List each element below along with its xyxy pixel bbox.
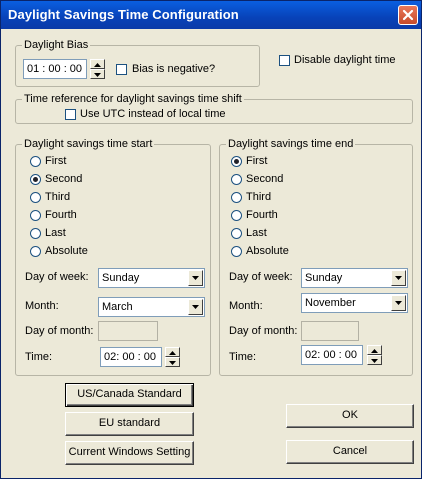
spin-up-icon [94, 63, 101, 67]
end-time-label: Time: [229, 351, 257, 363]
chevron-down-icon [192, 276, 199, 280]
bias-negative-checkbox[interactable] [116, 64, 127, 75]
start-radio-label-second: Second [45, 173, 83, 185]
eu-standard-button[interactable]: EU standard [65, 412, 194, 436]
us-canada-standard-button[interactable]: US/Canada Standard [65, 383, 194, 407]
bias-spin-up-button[interactable] [90, 59, 105, 69]
dst-start-legend: Daylight savings time start [22, 138, 155, 151]
start-month-select[interactable]: March [98, 297, 205, 317]
end-radio-label-last: Last [246, 227, 267, 239]
end-radio-third[interactable] [231, 192, 242, 203]
start-day-of-week-value: Sunday [102, 272, 140, 284]
end-month-value: November [305, 297, 356, 309]
chevron-down-icon [395, 276, 402, 280]
ok-button[interactable]: OK [286, 404, 414, 428]
start-day-of-week-select[interactable]: Sunday [98, 268, 205, 288]
bias-negative-label: Bias is negative? [132, 63, 216, 75]
end-radio-label-second: Second [246, 173, 284, 185]
end-radio-label-first: First [246, 155, 268, 167]
dst-end-legend: Daylight savings time end [226, 138, 356, 151]
close-button[interactable] [398, 5, 418, 25]
bias-spinner[interactable] [90, 59, 105, 79]
start-month-dropdown-button[interactable] [188, 299, 203, 315]
title-bar[interactable]: Daylight Savings Time Configuration [1, 1, 421, 29]
start-radio-label-third: Third [45, 191, 71, 203]
use-utc-checkbox[interactable] [65, 109, 76, 120]
start-radio-absolute[interactable] [30, 246, 41, 257]
end-time-spin-down-button[interactable] [367, 355, 382, 365]
end-radio-absolute[interactable] [231, 246, 242, 257]
start-day-of-week-label: Day of week: [25, 271, 89, 283]
end-time-spinner[interactable] [367, 345, 382, 365]
use-utc-label: Use UTC instead of local time [80, 108, 226, 120]
start-radio-third[interactable] [30, 192, 41, 203]
disable-daylight-label: Disable daylight time [294, 54, 396, 66]
start-radio-label-last: Last [45, 227, 66, 239]
start-day-of-month-label: Day of month: [25, 325, 94, 337]
start-time-spin-up-button[interactable] [165, 347, 180, 357]
end-time-input[interactable]: 02: 00 : 00 [301, 345, 363, 365]
start-time-input[interactable]: 02: 00 : 00 [100, 347, 162, 367]
start-month-value: March [102, 301, 133, 313]
start-time-spinner[interactable] [165, 347, 180, 367]
end-month-select[interactable]: November [301, 293, 408, 313]
daylight-bias-legend: Daylight Bias [22, 39, 91, 52]
radio-dot [234, 159, 239, 164]
window-title: Daylight Savings Time Configuration [8, 7, 239, 22]
disable-daylight-checkbox[interactable] [279, 55, 290, 66]
start-radio-fourth[interactable] [30, 210, 41, 221]
end-day-of-week-label: Day of week: [229, 271, 293, 283]
close-icon [402, 9, 414, 21]
end-day-of-week-dropdown-button[interactable] [391, 270, 406, 286]
end-radio-fourth[interactable] [231, 210, 242, 221]
time-reference-legend: Time reference for daylight savings time… [22, 93, 244, 106]
end-day-of-week-select[interactable]: Sunday [301, 268, 408, 288]
spin-down-icon [169, 361, 176, 365]
end-month-label: Month: [229, 300, 263, 312]
end-radio-second[interactable] [231, 174, 242, 185]
spin-up-icon [169, 351, 176, 355]
start-time-spin-down-button[interactable] [165, 357, 180, 367]
end-month-dropdown-button[interactable] [391, 295, 406, 311]
end-radio-first[interactable] [231, 156, 242, 167]
start-radio-label-absolute: Absolute [45, 245, 88, 257]
start-time-label: Time: [25, 351, 53, 363]
end-radio-label-absolute: Absolute [246, 245, 289, 257]
end-day-of-week-value: Sunday [305, 272, 343, 284]
end-radio-last[interactable] [231, 228, 242, 239]
start-radio-label-first: First [45, 155, 67, 167]
start-radio-second[interactable] [30, 174, 41, 185]
spin-up-icon [371, 349, 378, 353]
chevron-down-icon [395, 301, 402, 305]
bias-spin-down-button[interactable] [90, 69, 105, 79]
start-radio-first[interactable] [30, 156, 41, 167]
start-radio-last[interactable] [30, 228, 41, 239]
start-day-of-month-input[interactable] [98, 321, 158, 341]
current-windows-setting-button[interactable]: Current Windows Setting [65, 441, 194, 465]
end-radio-label-third: Third [246, 191, 272, 203]
start-day-of-week-dropdown-button[interactable] [188, 270, 203, 286]
spin-down-icon [94, 73, 101, 77]
start-radio-label-fourth: Fourth [45, 209, 77, 221]
bias-time-input[interactable]: 01 : 00 : 00 [23, 59, 87, 79]
end-day-of-month-label: Day of month: [229, 325, 298, 337]
end-radio-label-fourth: Fourth [246, 209, 278, 221]
start-month-label: Month: [25, 300, 59, 312]
radio-dot [33, 177, 38, 182]
chevron-down-icon [192, 305, 199, 309]
dialog-window: Daylight Savings Time Configuration Dayl… [0, 0, 422, 479]
cancel-button[interactable]: Cancel [286, 440, 414, 464]
end-day-of-month-input[interactable] [301, 321, 359, 341]
end-time-spin-up-button[interactable] [367, 345, 382, 355]
spin-down-icon [371, 359, 378, 363]
